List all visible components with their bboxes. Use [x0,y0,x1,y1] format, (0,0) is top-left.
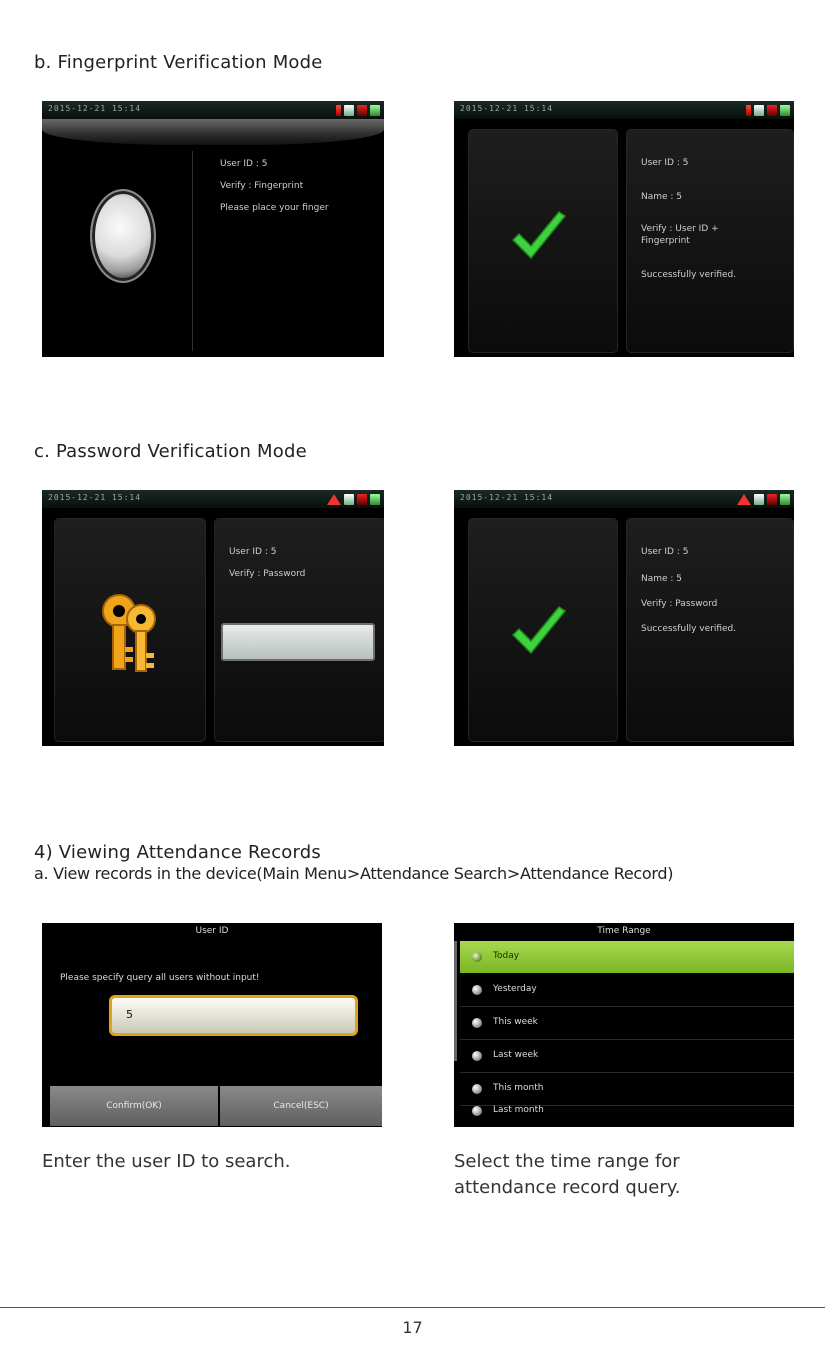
result-line: Successfully verified. [641,270,737,280]
card-icon [767,104,777,116]
status-time: 2015-12-21 15:14 [48,104,142,113]
divider [192,151,193,351]
user-id-line: User ID : 5 [641,547,689,557]
password-mode-heading: c. Password Verification Mode [34,441,307,462]
radio-icon [472,985,482,995]
alarm-icon [336,104,341,116]
password-prompt-screen: 2015-12-21 15:14 User ID : 5 Verify : Pa… [42,490,384,746]
verify-line: Verify : User ID + [641,224,719,234]
time-range-item-last-month[interactable]: Last month [460,1095,794,1127]
battery-icon [780,104,790,116]
name-line: Name : 5 [641,192,683,202]
verify-line: Verify : Fingerprint [220,181,304,191]
screen-title: Time Range [597,926,651,936]
verify-line: Verify : Password [229,569,306,579]
time-range-screen: Time Range Today Yesterday This week Las… [454,923,794,1127]
time-range-label: Today [493,951,520,961]
radio-icon [472,1106,482,1116]
hand-icon [754,493,764,505]
left-panel [468,129,618,353]
user-id-line: User ID : 5 [641,158,689,168]
card-icon [357,493,367,505]
scrollbar[interactable] [454,941,457,1061]
attendance-subheading: a. View records in the device(Main Menu>… [34,864,674,883]
warning-icon [737,493,751,505]
instruction-line: Please place your finger [220,203,329,213]
battery-icon [780,493,790,505]
confirm-button[interactable]: Confirm(OK) [50,1086,218,1126]
status-bar: 2015-12-21 15:14 [454,490,794,508]
cancel-button[interactable]: Cancel(ESC) [220,1086,382,1126]
time-range-label: This week [493,1017,538,1027]
right-panel: User ID : 5 Name : 5 Verify : Password S… [626,518,794,742]
result-line: Successfully verified. [641,624,737,634]
header-bar [42,119,384,145]
verify-line: Verify : Password [641,599,718,609]
time-range-label: Yesterday [493,984,537,994]
left-panel [54,518,206,742]
radio-icon [472,1051,482,1061]
attendance-heading: 4) Viewing Attendance Records [34,842,321,863]
query-prompt: Please specify query all users without i… [60,973,260,983]
keys-icon [102,594,156,672]
fingerprint-mode-heading: b. Fingerprint Verification Mode [34,52,323,73]
user-id-screen: User ID Please specify query all users w… [42,923,382,1127]
time-range-item-last-week[interactable]: Last week [460,1040,794,1073]
radio-icon [472,1084,482,1094]
checkmark-icon [511,605,567,655]
status-bar: 2015-12-21 15:14 [42,101,384,119]
password-success-screen: 2015-12-21 15:14 User ID : 5 Name : 5 Ve… [454,490,794,746]
verify-line-2: Fingerprint [641,236,690,246]
fingerprint-icon [90,189,156,283]
user-id-caption: Enter the user ID to search. [42,1151,291,1172]
time-range-item-this-week[interactable]: This week [460,1007,794,1040]
title-bar: Time Range [454,923,794,941]
warning-icon [327,493,341,505]
page-number: 17 [402,1318,423,1337]
checkmark-icon [511,210,567,260]
user-id-line: User ID : 5 [220,159,268,169]
status-bar: 2015-12-21 15:14 [454,101,794,119]
card-icon [357,104,367,116]
time-range-label: This month [493,1083,544,1093]
alarm-icon [746,104,751,116]
title-bar: User ID [42,923,382,941]
status-bar: 2015-12-21 15:14 [42,490,384,508]
radio-icon [472,952,482,962]
left-panel [468,518,618,742]
status-time: 2015-12-21 15:14 [460,493,554,502]
time-range-label: Last month [493,1105,544,1115]
user-id-line: User ID : 5 [229,547,277,557]
fingerprint-prompt-screen: 2015-12-21 15:14 User ID : 5 Verify : Fi… [42,101,384,357]
screen-title: User ID [195,926,229,936]
footer-rule [0,1307,825,1308]
name-line: Name : 5 [641,574,683,584]
password-input[interactable] [221,623,375,661]
fingerprint-success-screen: 2015-12-21 15:14 User ID : 5 Name : 5 Ve… [454,101,794,357]
time-range-caption: Select the time range for attendance rec… [454,1151,681,1198]
user-id-input[interactable]: 5 [109,995,358,1036]
battery-icon [370,104,380,116]
hand-icon [754,104,764,116]
right-panel: User ID : 5 Name : 5 Verify : User ID + … [626,129,794,353]
time-range-item-yesterday[interactable]: Yesterday [460,974,794,1007]
time-range-item-today[interactable]: Today [460,941,794,973]
hand-icon [344,104,354,116]
radio-icon [472,1018,482,1028]
status-time: 2015-12-21 15:14 [460,104,554,113]
time-range-label: Last week [493,1050,539,1060]
status-time: 2015-12-21 15:14 [48,493,142,502]
user-id-value: 5 [126,1008,133,1021]
hand-icon [344,493,354,505]
battery-icon [370,493,380,505]
right-panel: User ID : 5 Verify : Password [214,518,384,742]
card-icon [767,493,777,505]
